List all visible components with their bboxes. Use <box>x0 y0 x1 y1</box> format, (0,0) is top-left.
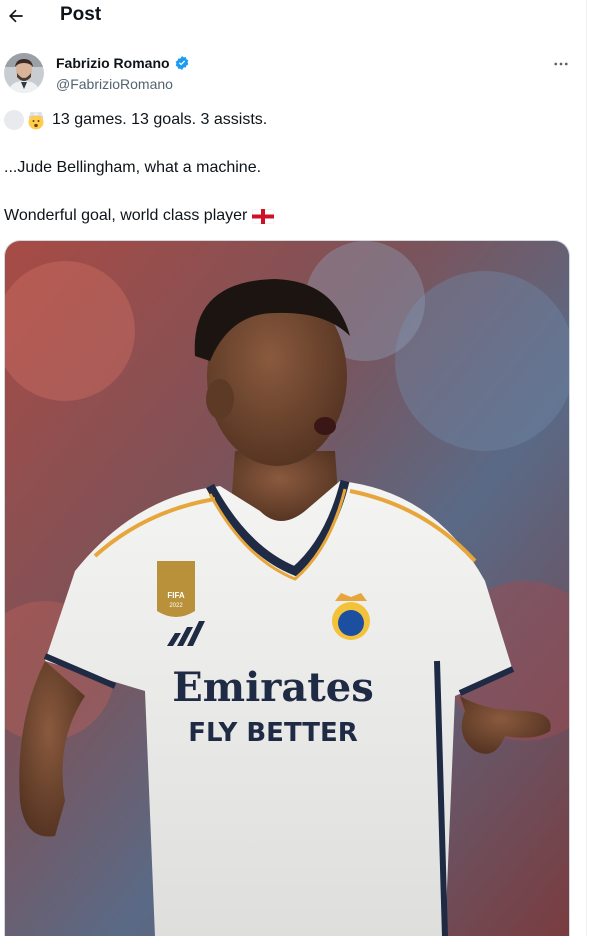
page-title: Post <box>60 4 102 25</box>
shirt-sponsor: Emirates <box>172 664 373 711</box>
arrow-left-icon <box>9 9 23 23</box>
author-name-row: Fabrizio Romano <box>56 55 190 71</box>
fifa-badge-text: FIFA <box>167 591 185 600</box>
post-text-line-2: ...Jude Bellingham, what a machine. <box>4 159 262 176</box>
post-text-line-1: 13 games. 13 goals. 3 assists. <box>4 110 267 130</box>
blank-emoji-icon <box>4 110 24 130</box>
more-button[interactable] <box>548 52 574 76</box>
author-name[interactable]: Fabrizio Romano <box>56 55 170 71</box>
post-line-1-text: 13 games. 13 goals. 3 assists. <box>52 111 268 128</box>
fifa-badge-year: 2022 <box>169 603 183 609</box>
author-handle[interactable]: @FabrizioRomano <box>56 76 173 92</box>
avatar[interactable] <box>4 53 44 93</box>
exploding-head-emoji-icon <box>26 110 46 130</box>
back-button[interactable] <box>4 3 28 29</box>
more-horizontal-icon <box>554 62 568 66</box>
post-line-3-text: Wonderful goal, world class player <box>4 207 248 224</box>
column-divider <box>586 0 587 936</box>
post-photo[interactable]: FIFA 2022 Emirates FLY BETTER <box>4 240 570 936</box>
shirt-tagline: FLY BETTER <box>188 718 358 748</box>
verified-badge-icon <box>174 55 190 71</box>
england-flag-icon <box>252 208 275 224</box>
top-bar: Post <box>0 0 586 34</box>
post-text-line-3: Wonderful goal, world class player <box>4 206 275 226</box>
